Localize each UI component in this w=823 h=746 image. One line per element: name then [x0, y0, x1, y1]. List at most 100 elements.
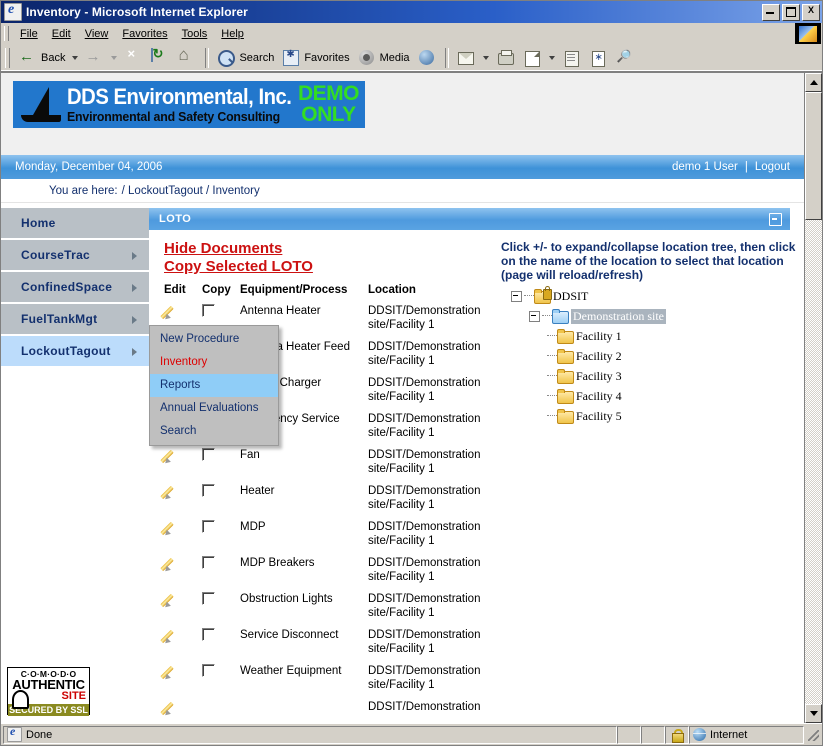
padlock-icon: [12, 690, 29, 709]
messenger-button[interactable]: [585, 47, 612, 69]
edit-pencil-icon[interactable]: [164, 304, 180, 320]
edit-pencil-icon[interactable]: [164, 628, 180, 644]
menu-edit[interactable]: Edit: [45, 25, 78, 43]
back-button[interactable]: Back: [15, 47, 69, 69]
edit-pencil-icon[interactable]: [164, 700, 180, 716]
minus-box-icon[interactable]: [769, 212, 782, 226]
mail-icon: [457, 49, 476, 67]
menu-tools[interactable]: Tools: [175, 25, 215, 43]
collapse-toggle-icon[interactable]: [511, 290, 522, 302]
tree-label-root[interactable]: DDSIT: [553, 289, 588, 304]
hide-documents-link[interactable]: Hide Documents: [164, 240, 489, 258]
mail-button[interactable]: [453, 47, 480, 69]
discuss-button[interactable]: [558, 47, 585, 69]
tree-node-facility[interactable]: Facility 5: [501, 406, 804, 426]
tree-node-facility[interactable]: Facility 1: [501, 326, 804, 346]
research-button[interactable]: [612, 47, 639, 69]
close-button[interactable]: X: [802, 3, 820, 21]
resize-grip[interactable]: [806, 728, 820, 742]
tree-label-facility[interactable]: Facility 4: [576, 389, 622, 404]
edit-pencil-icon[interactable]: [164, 556, 180, 572]
print-button[interactable]: [492, 47, 519, 69]
sidebar-item-confinedspace[interactable]: ConfinedSpace: [1, 272, 149, 302]
home-button[interactable]: [174, 45, 201, 69]
logout-link[interactable]: Logout: [755, 161, 790, 173]
scrollbar-track[interactable]: [805, 220, 822, 704]
copy-checkbox[interactable]: [202, 520, 215, 533]
copy-selected-loto-link[interactable]: Copy Selected LOTO: [164, 258, 489, 276]
cell-equipment: Obstruction Lights: [240, 593, 333, 605]
tree-node-root[interactable]: DDSIT: [501, 285, 804, 306]
tree-node-site[interactable]: Demonstration site: [501, 306, 804, 326]
copy-checkbox[interactable]: [202, 448, 215, 461]
edit-pencil-icon[interactable]: [164, 664, 180, 680]
table-row: MDP Breakers DDSIT/Demonstration site/Fac…: [164, 552, 486, 588]
tree-node-facility[interactable]: Facility 3: [501, 366, 804, 386]
edit-button[interactable]: [519, 47, 546, 69]
tree-label-site[interactable]: Demonstration site: [571, 308, 666, 324]
search-button[interactable]: Search: [213, 47, 278, 69]
copy-checkbox[interactable]: [202, 484, 215, 497]
edit-dropdown-icon[interactable]: [548, 56, 555, 60]
maximize-button[interactable]: [782, 3, 800, 21]
history-button[interactable]: [414, 47, 441, 69]
media-button[interactable]: Media: [354, 47, 414, 69]
stop-button[interactable]: [120, 47, 147, 69]
forward-dropdown-icon[interactable]: [111, 56, 118, 60]
refresh-button[interactable]: [147, 47, 174, 69]
breadcrumb-path[interactable]: / LockoutTagout / Inventory: [122, 185, 260, 197]
minimize-button[interactable]: [762, 3, 780, 21]
column-header-location: Location: [368, 284, 416, 296]
edit-pencil-icon[interactable]: [164, 592, 180, 608]
collapse-toggle-icon[interactable]: [529, 310, 540, 322]
scroll-up-button[interactable]: [805, 73, 822, 92]
tree-label-facility[interactable]: Facility 1: [576, 329, 622, 344]
copy-checkbox[interactable]: [202, 592, 215, 605]
edit-pencil-icon[interactable]: [164, 448, 180, 464]
menu-favorites[interactable]: Favorites: [115, 25, 174, 43]
copy-checkbox[interactable]: [202, 664, 215, 677]
copy-checkbox[interactable]: [202, 556, 215, 569]
sidebar-item-home[interactable]: Home: [1, 208, 149, 238]
back-dropdown-icon[interactable]: [72, 56, 79, 60]
menu-item-reports[interactable]: Reports: [150, 374, 278, 397]
edit-pencil-icon[interactable]: [164, 484, 180, 500]
menu-file[interactable]: File: [13, 25, 45, 43]
favorites-button[interactable]: Favorites: [278, 47, 353, 69]
tree-label-facility[interactable]: Facility 5: [576, 409, 622, 424]
status-message-pane: Done: [3, 724, 617, 744]
sidebar-item-fueltankmgt[interactable]: FuelTankMgt: [1, 304, 149, 334]
cell-location: DDSIT/Demonstration site/Facility 1: [368, 449, 481, 475]
sidebar-item-coursetrac[interactable]: CourseTrac: [1, 240, 149, 270]
menu-item-inventory[interactable]: Inventory: [150, 351, 278, 374]
toolbar-grip[interactable]: [5, 48, 10, 68]
tree-node-facility[interactable]: Facility 2: [501, 346, 804, 366]
menu-item-new-procedure[interactable]: New Procedure: [150, 328, 278, 351]
home-icon: [178, 45, 197, 67]
cell-location: DDSIT/Demonstration site/Facility 1: [368, 413, 481, 439]
page-scrollbar[interactable]: [804, 73, 822, 723]
menu-item-annual-evaluations[interactable]: Annual Evaluations: [150, 397, 278, 420]
menu-grip[interactable]: [4, 26, 9, 41]
cell-location: DDSIT/Demonstration site/Facility 1: [368, 665, 481, 691]
tree-connector: [547, 395, 557, 397]
sidebar-item-lockouttagout[interactable]: LockoutTagout: [1, 336, 149, 366]
table-row: Heater DDSIT/Demonstration site/Facility …: [164, 480, 486, 516]
scrollbar-thumb[interactable]: [805, 92, 822, 220]
tree-label-facility[interactable]: Facility 3: [576, 369, 622, 384]
edit-pencil-icon[interactable]: [164, 520, 180, 536]
folder-icon: [557, 348, 574, 364]
edit-page-icon: [523, 49, 542, 67]
scroll-down-button[interactable]: [805, 704, 822, 723]
menu-help[interactable]: Help: [214, 25, 251, 43]
cell-edit: [164, 696, 202, 723]
forward-button[interactable]: [81, 47, 108, 69]
mail-dropdown-icon[interactable]: [482, 56, 489, 60]
tree-node-facility[interactable]: Facility 4: [501, 386, 804, 406]
copy-checkbox[interactable]: [202, 628, 215, 641]
menu-item-search[interactable]: Search: [150, 420, 278, 443]
tree-label-facility[interactable]: Facility 2: [576, 349, 622, 364]
column-header-copy: Copy: [202, 284, 231, 296]
menu-view[interactable]: View: [78, 25, 116, 43]
copy-checkbox[interactable]: [202, 304, 215, 317]
